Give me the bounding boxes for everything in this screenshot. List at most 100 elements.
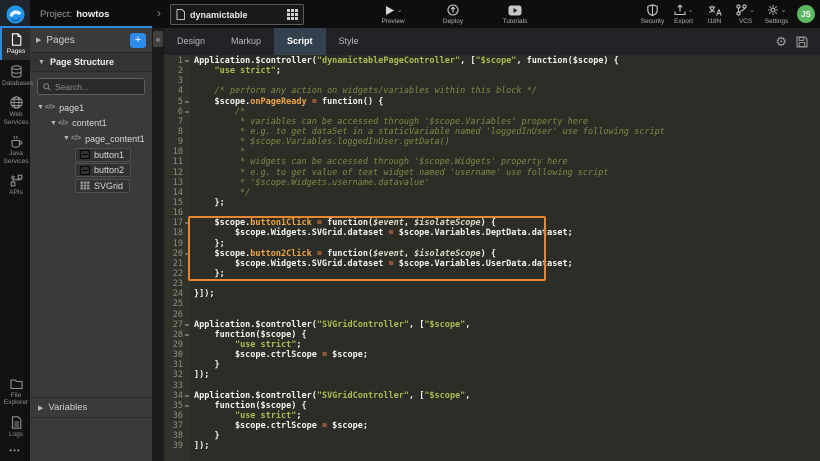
widget-chip[interactable]: SVGrid (75, 179, 130, 193)
line-number[interactable]: 38 (164, 431, 190, 441)
deploy-button[interactable]: Deploy (428, 1, 478, 27)
rail-item-logs[interactable]: Logs (0, 411, 30, 443)
line-number[interactable]: 11 (164, 157, 190, 167)
code-line-27[interactable]: 27Application.$controller("SVGridControl… (164, 320, 820, 330)
line-number[interactable]: 33 (164, 381, 190, 391)
code-line-11[interactable]: 11 * widgets can be accessed through '$s… (164, 157, 820, 167)
code-line-22[interactable]: 22 }; (164, 269, 820, 279)
tree-node-button1[interactable]: button1 (30, 147, 152, 163)
line-number[interactable]: 26 (164, 310, 190, 320)
fold-marker-icon[interactable] (185, 405, 189, 407)
line-number[interactable]: 23 (164, 279, 190, 289)
tab-markup[interactable]: Markup (218, 28, 274, 55)
code-line-32[interactable]: 32]); (164, 370, 820, 380)
tree-node-content1[interactable]: ▼</>content1 (30, 116, 152, 132)
code-line-38[interactable]: 38 } (164, 431, 820, 441)
chevron-down-icon[interactable]: ▼ (62, 135, 71, 142)
rail-item-databases[interactable]: Databases (0, 60, 30, 92)
code-line-17[interactable]: 17 $scope.button1Click = function($event… (164, 218, 820, 228)
line-number[interactable]: 8 (164, 127, 190, 137)
page-grid-icon[interactable] (287, 9, 298, 20)
pages-panel-header[interactable]: ▶ Pages + (30, 28, 152, 52)
code-line-16[interactable]: 16 (164, 208, 820, 218)
code-line-9[interactable]: 9 * $scope.Variables.loggedInUser.getDat… (164, 137, 820, 147)
code-line-33[interactable]: 33 (164, 381, 820, 391)
line-number[interactable]: 14 (164, 188, 190, 198)
page-selector[interactable]: dynamictable (170, 4, 304, 25)
fold-marker-icon[interactable] (185, 253, 189, 255)
search-input[interactable]: Search... (37, 78, 145, 95)
code-line-26[interactable]: 26 (164, 310, 820, 320)
fold-marker-icon[interactable] (185, 60, 189, 62)
fold-marker-icon[interactable] (185, 334, 189, 336)
tab-script[interactable]: Script (274, 28, 326, 55)
code-line-14[interactable]: 14 */ (164, 188, 820, 198)
code-line-1[interactable]: 1Application.$controller("dynamictablePa… (164, 56, 820, 66)
line-number[interactable]: 34 (164, 391, 190, 401)
code-line-6[interactable]: 6 /* (164, 107, 820, 117)
fold-marker-icon[interactable] (185, 111, 189, 113)
line-number[interactable]: 25 (164, 299, 190, 309)
code-line-31[interactable]: 31 } (164, 360, 820, 370)
line-number[interactable]: 31 (164, 360, 190, 370)
code-line-34[interactable]: 34Application.$controller("SVGridControl… (164, 391, 820, 401)
line-number[interactable]: 4 (164, 86, 190, 96)
fold-marker-icon[interactable] (185, 324, 189, 326)
app-logo[interactable] (0, 0, 30, 28)
code-line-23[interactable]: 23 (164, 279, 820, 289)
tutorials-button[interactable]: Tutorials (490, 1, 540, 27)
line-number[interactable]: 24 (164, 289, 190, 299)
security-button[interactable]: Security (637, 1, 668, 27)
code-line-13[interactable]: 13 * '$scope.Widgets.username.datavalue' (164, 178, 820, 188)
code-line-7[interactable]: 7 * variables can be accessed through '$… (164, 117, 820, 127)
code-line-39[interactable]: 39]); (164, 441, 820, 451)
panel-splitter[interactable]: « (152, 28, 164, 461)
line-number[interactable]: 5 (164, 97, 190, 107)
line-number[interactable]: 6 (164, 107, 190, 117)
code-line-3[interactable]: 3 (164, 76, 820, 86)
rail-more-button[interactable]: ••• (0, 442, 30, 461)
line-number[interactable]: 12 (164, 168, 190, 178)
code-line-35[interactable]: 35 function($scope) { (164, 401, 820, 411)
line-number[interactable]: 1 (164, 56, 190, 66)
line-number[interactable]: 7 (164, 117, 190, 127)
line-number[interactable]: 39 (164, 441, 190, 451)
widget-chip[interactable]: button1 (75, 148, 131, 162)
code-line-4[interactable]: 4 /* perform any action on widgets/varia… (164, 86, 820, 96)
widget-chip[interactable]: button2 (75, 163, 131, 177)
line-number[interactable]: 19 (164, 239, 190, 249)
tree-node-button2[interactable]: button2 (30, 162, 152, 178)
line-number[interactable]: 29 (164, 340, 190, 350)
tab-style[interactable]: Style (326, 28, 372, 55)
save-button[interactable] (796, 36, 808, 48)
fold-marker-icon[interactable] (185, 101, 189, 103)
tree-node-SVGrid[interactable]: SVGrid (30, 178, 152, 194)
rail-item-web-services[interactable]: Web Services (0, 91, 30, 130)
line-number[interactable]: 9 (164, 137, 190, 147)
code-line-15[interactable]: 15 }; (164, 198, 820, 208)
chevron-down-icon[interactable]: ▼ (36, 104, 45, 111)
line-number[interactable]: 32 (164, 370, 190, 380)
code-line-20[interactable]: 20 $scope.button2Click = function($event… (164, 249, 820, 259)
code-line-8[interactable]: 8 * e.g. to get dataSet in a staticVaria… (164, 127, 820, 137)
tree-node-page1[interactable]: ▼</>page1 (30, 100, 152, 116)
code-line-2[interactable]: 2 "use strict"; (164, 66, 820, 76)
rail-item-pages[interactable]: Pages (0, 28, 30, 60)
settings-button[interactable]: ⌄Settings (761, 1, 792, 27)
add-page-button[interactable]: + (130, 33, 146, 48)
user-avatar[interactable]: JS (797, 5, 815, 23)
line-number[interactable]: 3 (164, 76, 190, 86)
variables-section-header[interactable]: ▶ Variables (30, 397, 152, 418)
editor-settings-button[interactable]: ⚙ (775, 34, 787, 50)
code-line-28[interactable]: 28 function($scope) { (164, 330, 820, 340)
code-line-37[interactable]: 37 $scope.ctrlScope = $scope; (164, 421, 820, 431)
line-number[interactable]: 15 (164, 198, 190, 208)
code-line-21[interactable]: 21 $scope.Widgets.SVGrid.dataset = $scop… (164, 259, 820, 269)
line-number[interactable]: 36 (164, 411, 190, 421)
line-number[interactable]: 16 (164, 208, 190, 218)
page-structure-header[interactable]: ▼ Page Structure (30, 52, 152, 72)
tree-node-page_content1[interactable]: ▼</>page_content1 (30, 131, 152, 147)
line-number[interactable]: 10 (164, 147, 190, 157)
fold-marker-icon[interactable] (185, 395, 189, 397)
line-number[interactable]: 30 (164, 350, 190, 360)
